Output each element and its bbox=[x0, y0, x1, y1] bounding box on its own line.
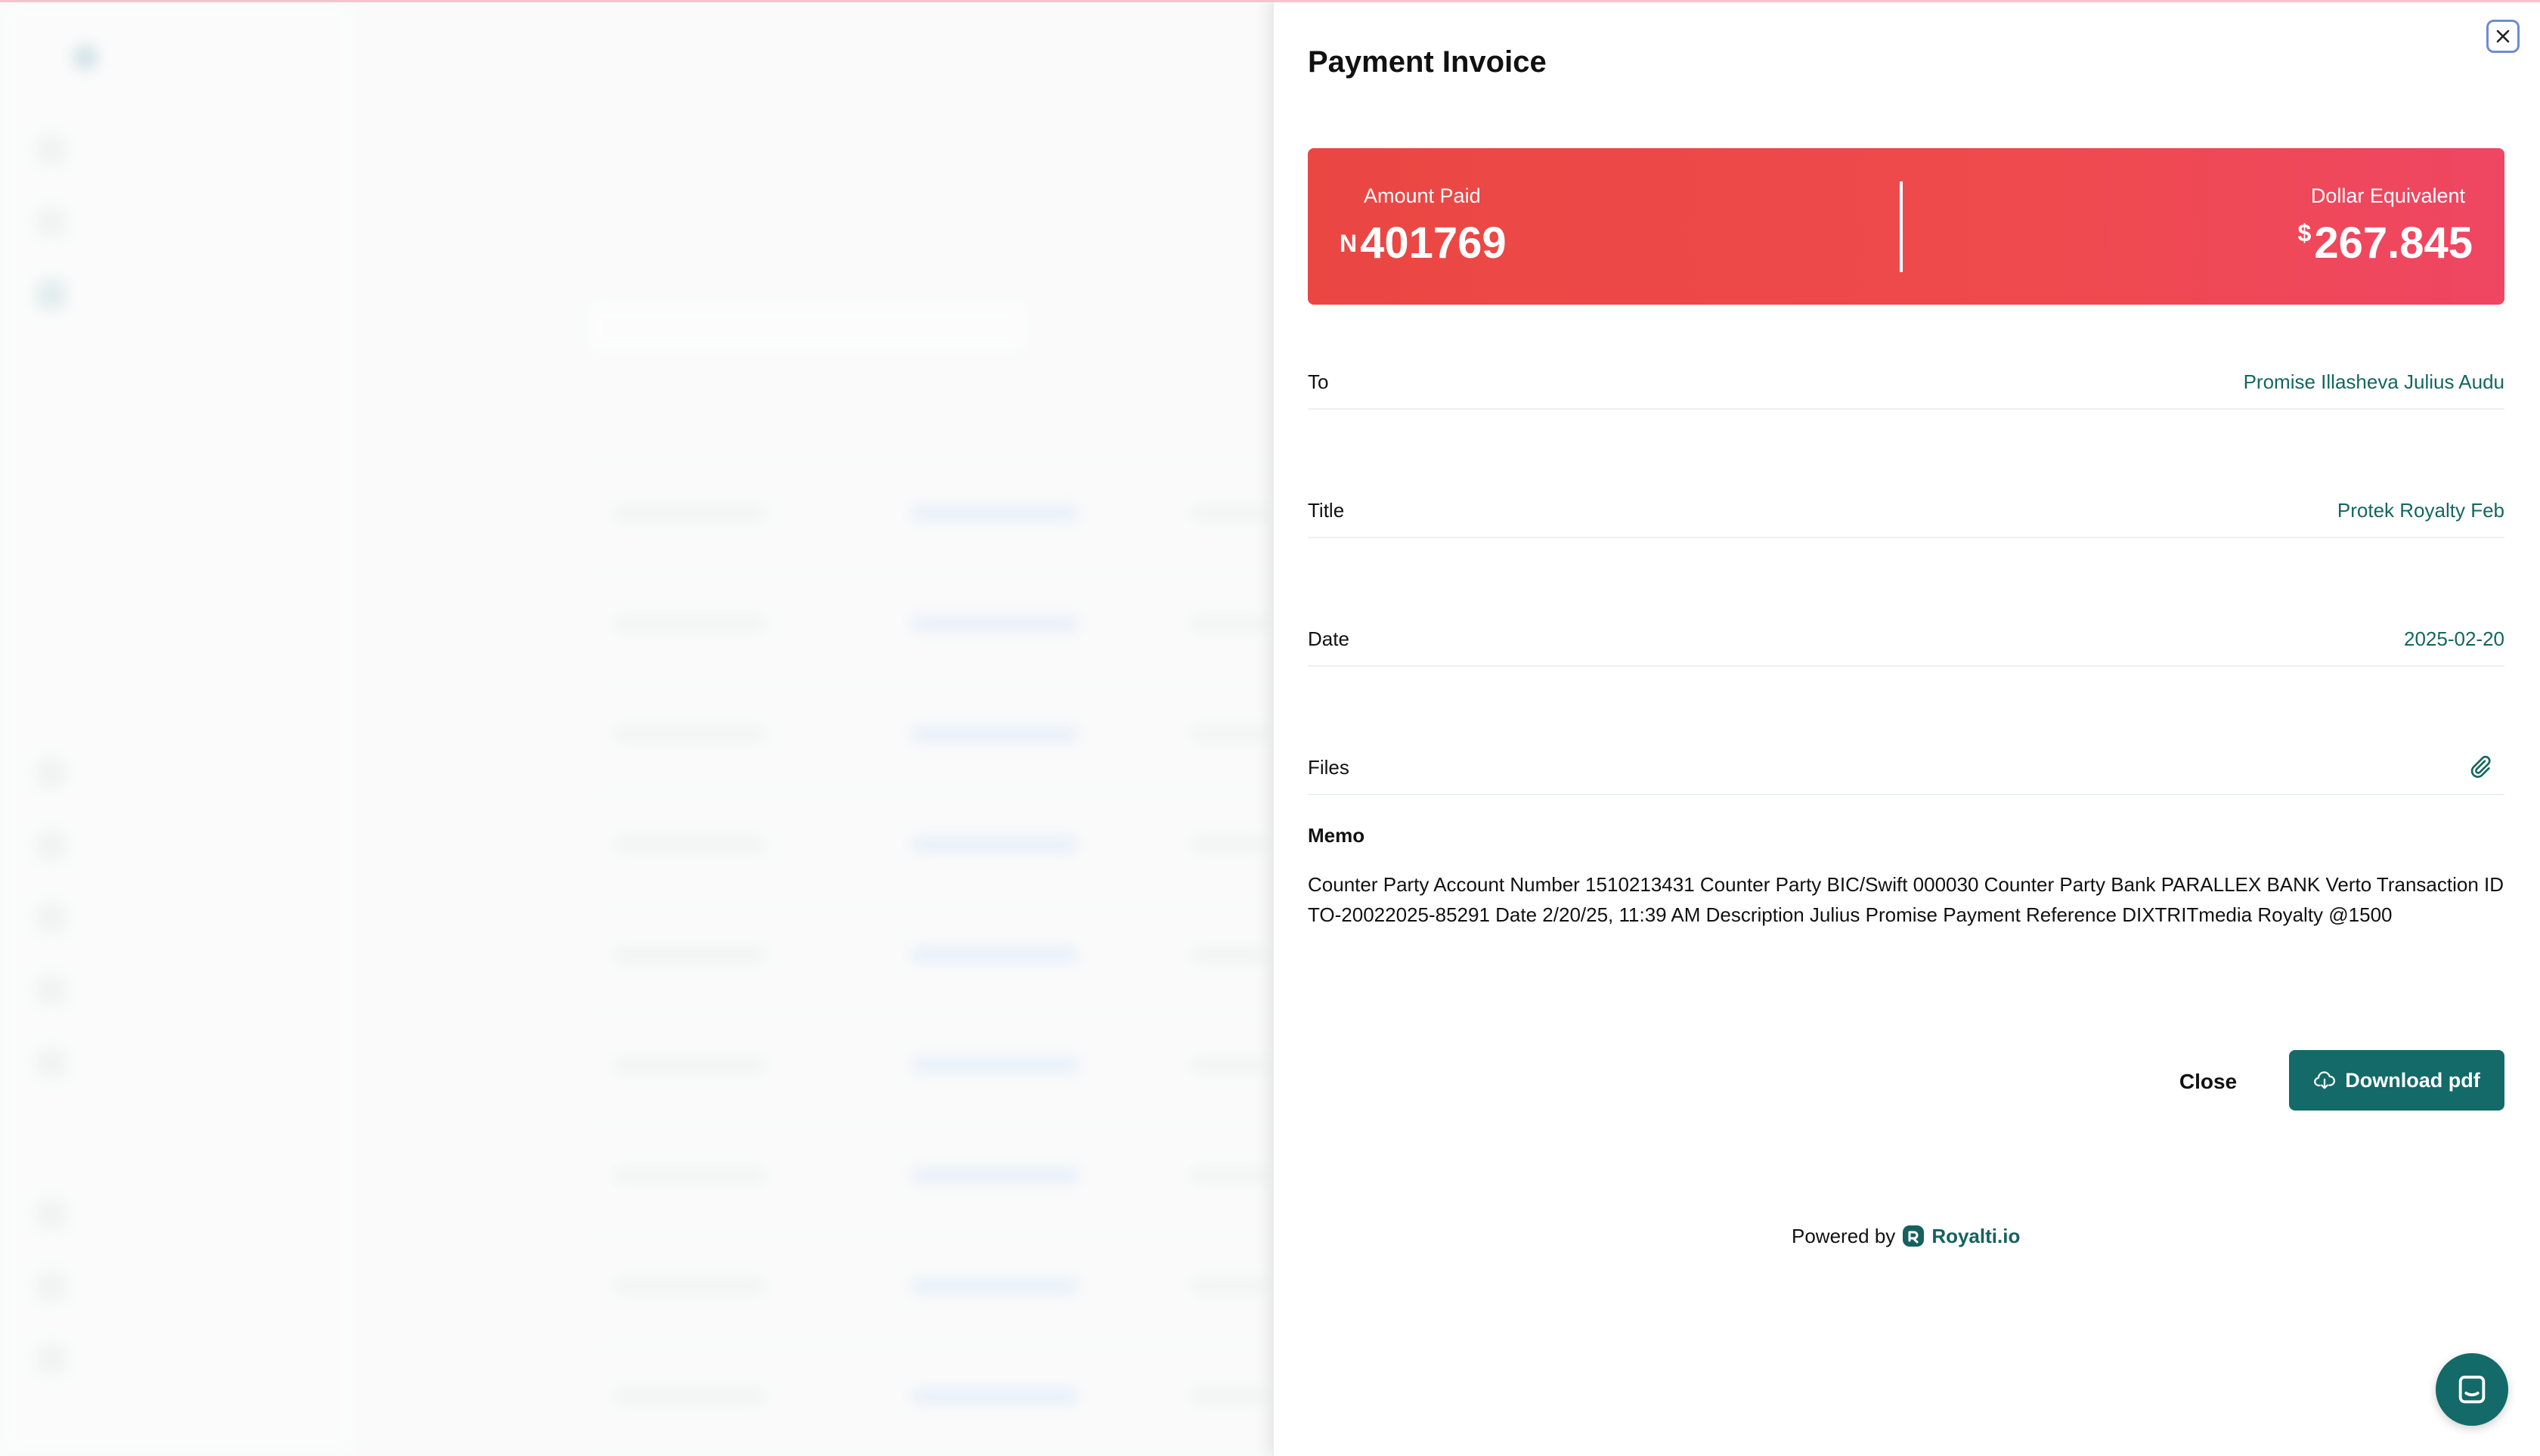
amount-paid-value: N401769 bbox=[1340, 218, 1507, 268]
chat-icon bbox=[2458, 1375, 2486, 1404]
download-pdf-button[interactable]: Download pdf bbox=[2289, 1050, 2504, 1111]
royalti-brand-link[interactable]: Royalti.io bbox=[1901, 1224, 2020, 1248]
amount-summary-card: Amount Paid N401769 Dollar Equivalent $2… bbox=[1308, 148, 2504, 305]
dollar-equivalent-value: $267.845 bbox=[2298, 218, 2473, 268]
field-to-label: To bbox=[1308, 370, 1329, 393]
field-to: To Promise Illasheva Julius Audu bbox=[1308, 363, 2504, 410]
download-pdf-label: Download pdf bbox=[2345, 1068, 2480, 1092]
royalti-brand-name: Royalti.io bbox=[1931, 1224, 2021, 1247]
close-panel-button[interactable] bbox=[2486, 20, 2520, 53]
royalti-logo-icon bbox=[1903, 1225, 1925, 1247]
naira-currency-symbol: N bbox=[1340, 230, 1358, 257]
powered-by-label: Powered by bbox=[1792, 1224, 1896, 1247]
field-date-value: 2025-02-20 bbox=[2404, 627, 2504, 650]
field-date-label: Date bbox=[1308, 627, 1349, 650]
field-files-label: Files bbox=[1308, 756, 1349, 779]
cloud-download-icon bbox=[2314, 1071, 2336, 1089]
dollar-equivalent-number: 267.845 bbox=[2314, 218, 2473, 268]
memo-label: Memo bbox=[1308, 824, 1365, 847]
memo-text: Counter Party Account Number 1510213431 … bbox=[1308, 873, 2504, 926]
panel-title: Payment Invoice bbox=[1308, 45, 1547, 79]
amount-paid-number: 401769 bbox=[1360, 218, 1507, 268]
field-title-label: Title bbox=[1308, 499, 1345, 522]
field-to-value: Promise Illasheva Julius Audu bbox=[2243, 370, 2504, 393]
powered-by-footer: Powered by Royalti.io bbox=[1792, 1221, 2020, 1251]
amount-paid-label: Amount Paid bbox=[1364, 184, 1481, 207]
modal-backdrop[interactable] bbox=[0, 0, 1272, 1456]
field-title: Title Protek Royalty Feb bbox=[1308, 491, 2504, 538]
field-date: Date 2025-02-20 bbox=[1308, 620, 2504, 667]
dollar-equivalent-label: Dollar Equivalent bbox=[2310, 184, 2465, 207]
field-files: Files bbox=[1308, 748, 2504, 795]
close-button[interactable]: Close bbox=[2167, 1064, 2250, 1099]
dollar-currency-symbol: $ bbox=[2297, 219, 2312, 246]
paperclip-icon[interactable] bbox=[2468, 754, 2492, 779]
field-title-value: Protek Royalty Feb bbox=[2337, 499, 2504, 522]
close-icon bbox=[2496, 29, 2510, 43]
top-accent-line bbox=[0, 0, 2540, 2]
card-divider bbox=[1900, 181, 1903, 272]
chat-launcher-button[interactable] bbox=[2436, 1353, 2508, 1426]
